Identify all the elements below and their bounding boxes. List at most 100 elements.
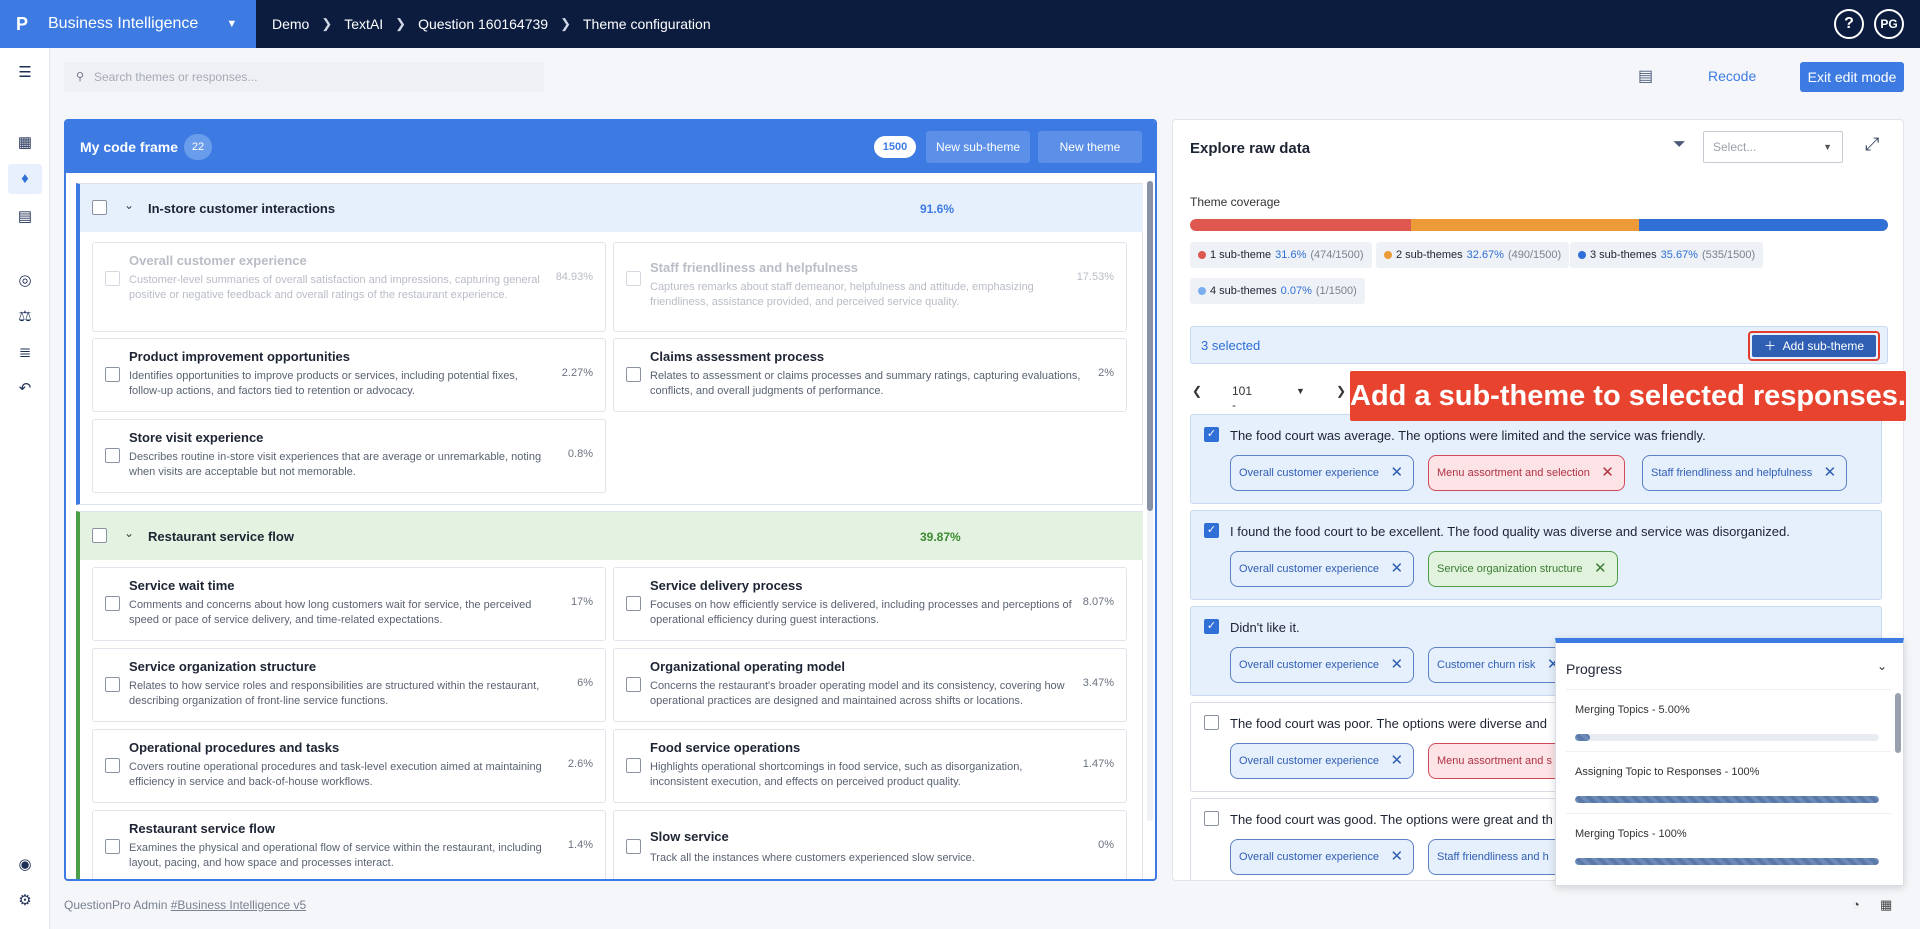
chevron-down-icon[interactable]: ⌄ — [1877, 659, 1887, 673]
help-icon[interactable]: ? — [1834, 9, 1864, 39]
calculator-icon[interactable]: ▦ — [1880, 897, 1892, 913]
filter-icon[interactable]: ⏷ — [1673, 136, 1686, 154]
add-subtheme-button[interactable]: ＋ Add sub-theme — [1752, 335, 1876, 357]
response-card[interactable]: ✓ I found the food court to be excellent… — [1190, 510, 1882, 600]
subtheme-card[interactable]: Claims assessment process Relates to ass… — [613, 338, 1127, 412]
scrollbar-thumb[interactable] — [1147, 181, 1153, 511]
subtheme-checkbox[interactable] — [626, 367, 641, 382]
dashboard-icon[interactable]: ▦ — [14, 132, 36, 154]
subtheme-checkbox[interactable] — [626, 839, 641, 854]
close-icon[interactable]: ✕ — [1390, 456, 1403, 490]
subtheme-checkbox[interactable] — [626, 758, 641, 773]
subtheme-checkbox[interactable] — [105, 839, 120, 854]
tag-chip[interactable]: Staff friendliness and helpfulness ✕ — [1642, 455, 1848, 491]
tag-chip[interactable]: Menu assortment and selection ✕ — [1428, 455, 1625, 491]
tag-label: Service organization structure — [1437, 563, 1583, 575]
subtheme-card[interactable]: Service wait time Comments and concerns … — [92, 567, 606, 641]
tag-label: Overall customer experience — [1239, 467, 1380, 479]
chevron-down-icon[interactable]: ⌄ — [124, 526, 134, 540]
subtheme-card[interactable]: Service organization structure Relates t… — [92, 648, 606, 722]
subtheme-card[interactable]: Store visit experience Describes routine… — [92, 419, 606, 493]
tag-chip[interactable]: Overall customer experience ✕ — [1230, 839, 1415, 875]
subtheme-checkbox[interactable] — [105, 596, 120, 611]
coverage-legend-item[interactable]: 1 sub-theme 31.6% (474/1500) — [1190, 242, 1372, 268]
group-checkbox[interactable] — [92, 528, 107, 543]
subtheme-checkbox[interactable] — [105, 448, 120, 463]
response-checkbox[interactable]: ✓ — [1204, 427, 1219, 442]
coverage-legend-item[interactable]: 4 sub-themes 0.07% (1/1500) — [1190, 278, 1365, 304]
document-icon[interactable]: ▤ — [14, 206, 36, 228]
chevron-down-icon[interactable]: ▼ — [1296, 386, 1305, 396]
tag-chip[interactable]: Overall customer experience ✕ — [1230, 647, 1415, 683]
list-icon[interactable]: ≣ — [14, 342, 36, 364]
close-icon[interactable]: ✕ — [1594, 552, 1607, 586]
recode-button[interactable]: Recode — [1708, 68, 1756, 84]
subtheme-card[interactable]: Overall customer experience Customer-lev… — [92, 242, 606, 332]
app-name: Business Intelligence — [48, 15, 199, 32]
analysis-icon[interactable]: ◎ — [14, 270, 36, 292]
theme-group-header[interactable]: ⌄ Restaurant service flow 39.87% — [80, 512, 1143, 560]
close-icon[interactable]: ✕ — [1601, 456, 1614, 490]
subtheme-description: Comments and concerns about how long cus… — [129, 599, 532, 626]
tag-chip[interactable]: Service organization structure ✕ — [1428, 551, 1618, 587]
subtheme-card[interactable]: Product improvement opportunities Identi… — [92, 338, 606, 412]
menu-icon[interactable]: ☰ — [14, 62, 36, 84]
search-input[interactable]: ⚲ Search themes or responses... — [64, 62, 544, 92]
response-checkbox[interactable] — [1204, 811, 1219, 826]
chevron-down-icon[interactable]: ⌄ — [124, 198, 134, 212]
response-card[interactable]: ✓ The food court was average. The option… — [1190, 414, 1882, 504]
left-nav-rail: ☰ ▦ ♦ ▤ ◎ ⚖ ≣ ↶ ◉ ⚙ — [0, 48, 50, 929]
coverage-legend-item[interactable]: 3 sub-themes 35.67% (535/1500) — [1570, 242, 1764, 268]
subtheme-checkbox[interactable] — [105, 271, 120, 286]
tag-chip[interactable]: Overall customer experience ✕ — [1230, 743, 1415, 779]
filter-select[interactable]: Select... ▼ — [1703, 131, 1843, 163]
textai-icon[interactable]: ♦ — [8, 164, 42, 194]
tag-chip[interactable]: Customer churn risk ✕ — [1428, 647, 1571, 683]
new-theme-button[interactable]: New theme — [1038, 131, 1142, 163]
document-icon[interactable]: ▤ — [1638, 66, 1653, 86]
chevron-left-icon[interactable]: ❮ — [1192, 384, 1202, 398]
tag-chip[interactable]: Overall customer experience ✕ — [1230, 455, 1415, 491]
exit-edit-mode-button[interactable]: Exit edit mode — [1800, 62, 1904, 92]
close-icon[interactable]: ✕ — [1824, 456, 1837, 490]
subtheme-card[interactable]: Organizational operating model Concerns … — [613, 648, 1127, 722]
subtheme-card[interactable]: Service delivery process Focuses on how … — [613, 567, 1127, 641]
theme-group-header[interactable]: ⌄ In-store customer interactions 91.6% — [80, 184, 1143, 232]
subtheme-card[interactable]: Restaurant service flow Examines the phy… — [92, 810, 606, 879]
close-icon[interactable]: ✕ — [1390, 648, 1403, 682]
expand-icon[interactable]: ⤢ — [1865, 134, 1879, 155]
user-icon[interactable]: ◉ — [14, 854, 36, 876]
gear-icon[interactable]: ⚙ — [14, 890, 36, 912]
coverage-legend-item[interactable]: 2 sub-themes 32.67% (490/1500) — [1376, 242, 1570, 268]
subtheme-card[interactable]: Staff friendliness and helpfulness Captu… — [613, 242, 1127, 332]
tag-chip[interactable]: Overall customer experience ✕ — [1230, 551, 1415, 587]
subtheme-checkbox[interactable] — [626, 677, 641, 692]
chevron-right-icon[interactable]: ❯ — [1336, 384, 1346, 398]
footer-link[interactable]: #Business Intelligence v5 — [171, 898, 306, 912]
group-checkbox[interactable] — [92, 200, 107, 215]
subtheme-checkbox[interactable] — [626, 596, 641, 611]
close-icon[interactable]: ✕ — [1390, 744, 1403, 778]
response-checkbox[interactable]: ✓ — [1204, 619, 1219, 634]
subtheme-card[interactable]: Operational procedures and tasks Covers … — [92, 729, 606, 803]
subtheme-card[interactable]: Slow service Track all the instances whe… — [613, 810, 1127, 879]
response-checkbox[interactable]: ✓ — [1204, 523, 1219, 538]
new-subtheme-button[interactable]: New sub-theme — [926, 131, 1030, 163]
subtheme-checkbox[interactable] — [105, 758, 120, 773]
app-switcher[interactable]: P Business Intelligence ▼ — [0, 0, 256, 48]
balance-icon[interactable]: ⚖ — [14, 306, 36, 328]
close-icon[interactable]: ✕ — [1390, 840, 1403, 874]
close-icon[interactable]: ✕ — [1390, 552, 1403, 586]
response-checkbox[interactable] — [1204, 715, 1219, 730]
breadcrumb-item[interactable]: Question 160164739 — [418, 16, 548, 32]
avatar[interactable]: PG — [1874, 9, 1904, 39]
subtheme-checkbox[interactable] — [626, 271, 641, 286]
scrollbar-thumb[interactable] — [1895, 693, 1901, 753]
subtheme-checkbox[interactable] — [105, 677, 120, 692]
subtheme-card[interactable]: Food service operations Highlights opera… — [613, 729, 1127, 803]
undo-icon[interactable]: ↶ — [14, 378, 36, 400]
subtheme-title: Staff friendliness and helpfulness — [650, 260, 859, 275]
breadcrumb-item[interactable]: Demo — [272, 16, 309, 32]
breadcrumb-item[interactable]: TextAI — [344, 16, 383, 32]
subtheme-checkbox[interactable] — [105, 367, 120, 382]
